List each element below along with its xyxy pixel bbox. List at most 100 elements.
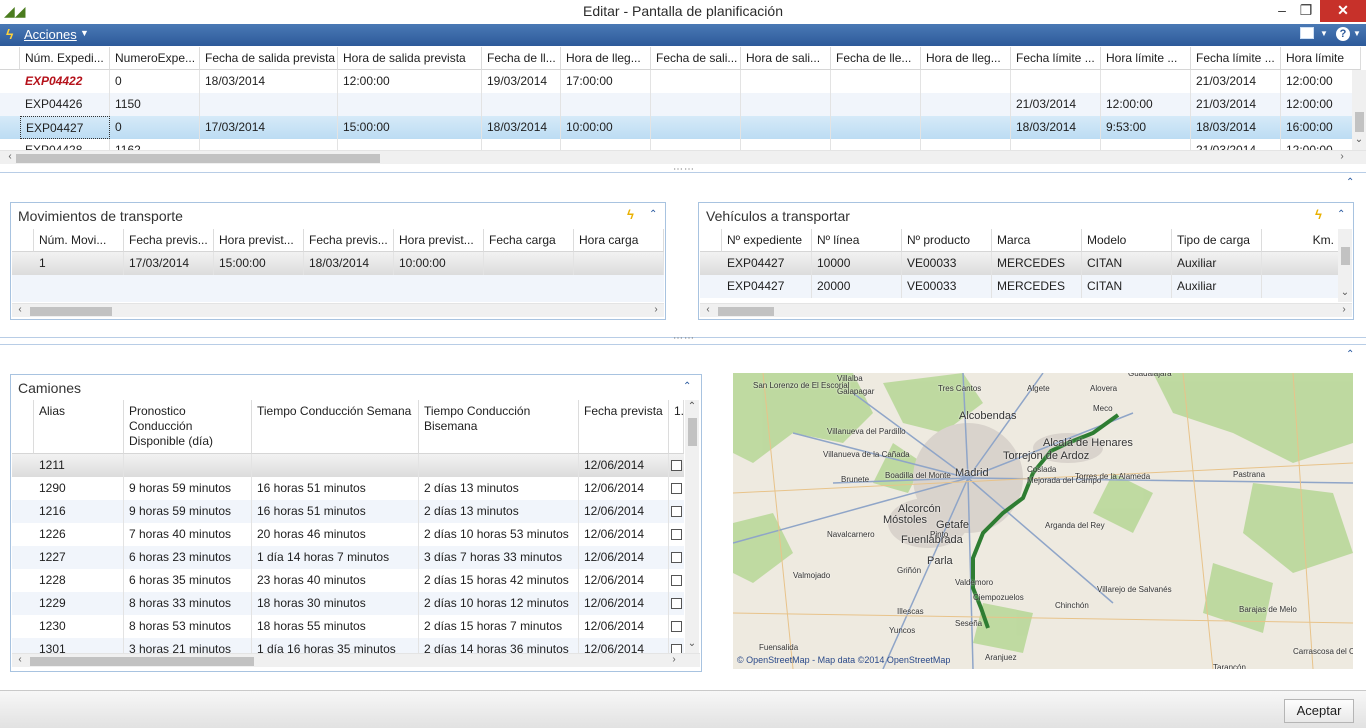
table-cell — [741, 139, 831, 150]
table-cell: 3 días 7 horas 33 minutos — [419, 546, 579, 569]
row-checkbox[interactable] — [671, 575, 682, 586]
row-checkbox[interactable] — [671, 644, 682, 653]
column-header[interactable]: Hora previst... — [394, 229, 484, 252]
help-icon[interactable]: ? — [1336, 27, 1350, 41]
collapse-middle-icon[interactable]: ⌃ — [1346, 177, 1354, 188]
column-header[interactable]: Nº expediente — [722, 229, 812, 252]
table-cell: 1 día 14 horas 7 minutos — [252, 546, 419, 569]
table-cell: 2 días 13 minutos — [419, 477, 579, 500]
column-header[interactable]: Pronostico Conducción Disponible (día) — [124, 400, 252, 454]
column-header[interactable]: Marca — [992, 229, 1082, 252]
column-header[interactable]: Fecha carga — [484, 229, 574, 252]
table-cell — [831, 93, 921, 116]
movimientos-collapse-icon[interactable]: ⌃ — [649, 209, 657, 220]
help-dropdown-icon[interactable]: ▼ — [1353, 29, 1361, 38]
top-grid-vertical-scrollbar[interactable]: ⌄ — [1352, 70, 1366, 150]
column-header[interactable]: 1. — [669, 400, 684, 454]
column-header[interactable]: Hora de salida prevista — [338, 47, 482, 70]
table-cell: Auxiliar — [1172, 275, 1262, 298]
column-header[interactable]: Fecha de ll... — [482, 47, 561, 70]
maximize-button[interactable]: ❐ — [1294, 0, 1318, 22]
column-header[interactable]: Fecha prevista — [579, 400, 669, 454]
table-cell — [1101, 70, 1191, 93]
column-header[interactable]: Tiempo Conducción Semana — [252, 400, 419, 454]
movimientos-horizontal-scrollbar[interactable]: ‹ › — [12, 303, 664, 317]
column-header[interactable]: Fecha de salida prevista — [200, 47, 338, 70]
row-checkbox[interactable] — [671, 621, 682, 632]
column-header[interactable]: Fecha límite ... — [1011, 47, 1101, 70]
title-bar: ◢◢ Editar - Pantalla de planificación – … — [0, 0, 1366, 24]
column-header[interactable]: Tiempo Conducción Bisemana — [419, 400, 579, 454]
column-header[interactable]: Km. — [1262, 229, 1338, 252]
table-cell: 18/03/2014 — [1191, 116, 1281, 139]
table-cell: 18/03/2014 — [200, 70, 338, 93]
movimientos-grid: Núm. Movi... Fecha previs... Hora previst.… — [12, 229, 664, 302]
column-header[interactable]: Núm. Movi... — [34, 229, 124, 252]
column-header[interactable]: Fecha previs... — [304, 229, 394, 252]
column-header[interactable]: Alias — [34, 400, 124, 454]
camiones-horizontal-scrollbar[interactable]: ‹ › — [12, 653, 700, 667]
table-cell: 6 horas 23 minutos — [124, 546, 252, 569]
map-place-label: Pastrana — [1233, 470, 1266, 479]
column-header[interactable]: Nº línea — [812, 229, 902, 252]
map-canvas — [733, 373, 1353, 669]
close-button[interactable]: ✕ — [1320, 0, 1366, 22]
table-cell: 12:00:00 — [1281, 70, 1361, 93]
camiones-collapse-icon[interactable]: ⌃ — [683, 381, 691, 392]
map-attribution[interactable]: © OpenStreetMap - Map data ©2014 OpenStr… — [737, 655, 950, 665]
column-header[interactable]: Hora límite ... — [1101, 47, 1191, 70]
vehiculos-horizontal-scrollbar[interactable]: ‹ › — [700, 303, 1352, 317]
column-header[interactable]: Hora límite — [1281, 47, 1361, 70]
column-header[interactable]: Hora previst... — [214, 229, 304, 252]
column-header[interactable]: Hora carga — [574, 229, 664, 252]
accept-button[interactable]: Aceptar — [1284, 699, 1354, 723]
table-cell: 12/06/2014 — [579, 500, 669, 523]
row-checkbox[interactable] — [671, 506, 682, 517]
route-map[interactable]: Guadalajara Villalba Galapagar Tres Cantos A… — [733, 373, 1353, 669]
table-cell: 1162 — [110, 139, 200, 150]
column-header[interactable]: Hora de lleg... — [561, 47, 651, 70]
column-header[interactable]: Hora de lleg... — [921, 47, 1011, 70]
chevron-down-icon[interactable]: ▼ — [80, 28, 89, 38]
map-place-label: Seseña — [955, 619, 983, 628]
row-checkbox[interactable] — [671, 552, 682, 563]
layout-icon[interactable] — [1300, 27, 1314, 39]
vehiculos-actions-icon[interactable]: ϟ — [1315, 207, 1322, 222]
row-checkbox[interactable] — [671, 529, 682, 540]
actions-menu[interactable]: Acciones — [24, 27, 77, 42]
camiones-vertical-scrollbar[interactable]: ⌃ ⌄ — [685, 400, 699, 653]
movimientos-actions-icon[interactable]: ϟ — [627, 207, 634, 222]
map-place-label: Algete — [1027, 384, 1050, 393]
row-checkbox[interactable] — [671, 460, 682, 471]
layout-dropdown-icon[interactable]: ▼ — [1320, 29, 1328, 38]
column-header[interactable]: Fecha previs... — [124, 229, 214, 252]
column-header[interactable]: Fecha límite ... — [1191, 47, 1281, 70]
collapse-bottom-icon[interactable]: ⌃ — [1346, 349, 1354, 360]
column-header[interactable]: Modelo — [1082, 229, 1172, 252]
top-grid-horizontal-scrollbar[interactable]: ‹ › — [0, 150, 1366, 164]
column-header[interactable]: Nº producto — [902, 229, 992, 252]
map-place-label: Torres de la Alameda — [1075, 472, 1151, 481]
row-checkbox[interactable] — [671, 483, 682, 494]
vehiculos-vertical-scrollbar[interactable]: ⌄ — [1338, 229, 1352, 302]
column-header[interactable]: Tipo de carga — [1172, 229, 1262, 252]
column-header[interactable]: Fecha de lle... — [831, 47, 921, 70]
table-cell — [651, 116, 741, 139]
splitter-grip-2[interactable]: ⋯⋯ — [673, 333, 695, 344]
table-cell: 20 horas 46 minutos — [252, 523, 419, 546]
table-cell: 1216 — [34, 500, 124, 523]
table-cell — [921, 70, 1011, 93]
table-cell: 1150 — [110, 93, 200, 116]
table-cell — [921, 116, 1011, 139]
minimize-button[interactable]: – — [1270, 0, 1294, 22]
table-cell: 2 días 15 horas 42 minutos — [419, 569, 579, 592]
column-header[interactable]: Hora de sali... — [741, 47, 831, 70]
column-header[interactable]: Fecha de sali... — [651, 47, 741, 70]
table-cell: 6 horas 35 minutos — [124, 569, 252, 592]
table-cell: 8 horas 53 minutos — [124, 615, 252, 638]
window-title: Editar - Pantalla de planificación — [582, 3, 783, 19]
column-header[interactable]: NumeroExpe... — [110, 47, 200, 70]
row-checkbox[interactable] — [671, 598, 682, 609]
vehiculos-collapse-icon[interactable]: ⌃ — [1337, 209, 1345, 220]
column-header[interactable]: Núm. Expedi... — [20, 47, 110, 70]
